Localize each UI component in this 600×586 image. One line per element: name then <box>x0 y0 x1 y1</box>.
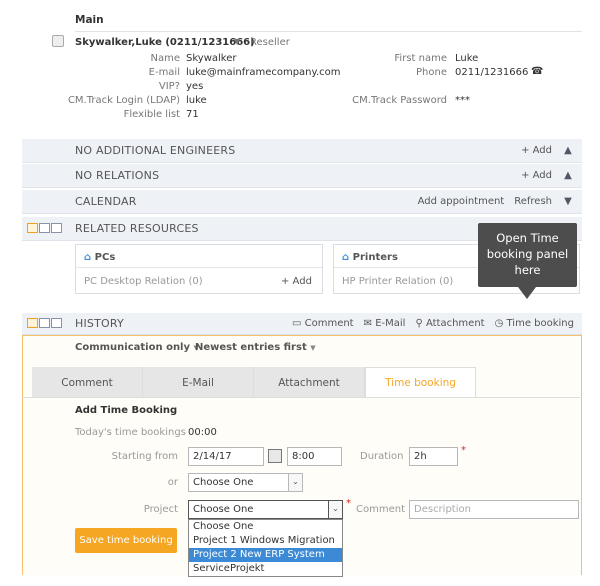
project-dropdown-list[interactable]: Choose One Project 1 Windows Migration P… <box>188 519 343 577</box>
chevron-down-icon[interactable]: ⌄ <box>328 501 342 518</box>
dropdown-option[interactable]: Choose One <box>189 520 342 534</box>
login-value: luke <box>186 95 207 106</box>
chevron-up-icon[interactable]: ▲ <box>562 170 574 181</box>
start-date-input[interactable]: 2/14/17 <box>188 447 264 466</box>
time-booking-action[interactable]: ◷ Time booking <box>495 318 574 329</box>
attachment-action[interactable]: ⚲ Attachment <box>415 318 484 329</box>
first-name-label: First name <box>394 53 447 64</box>
save-time-booking-button[interactable]: Save time booking <box>75 528 177 553</box>
start-time-input[interactable]: 8:00 <box>287 447 342 466</box>
email-label: E-mail <box>148 67 180 78</box>
calendar-section: CALENDAR Add appointment Refresh ▼ <box>22 190 582 214</box>
project-select[interactable]: Choose One ⌄ <box>188 500 343 519</box>
name-label: Name <box>150 53 180 64</box>
duration-input[interactable]: 2h <box>409 447 458 466</box>
form-title: Add Time Booking <box>75 405 178 416</box>
history-section: HISTORY ▭ Comment ✉ E-Mail ⚲ Attachment … <box>22 313 582 335</box>
flexible-list-label: Flexible list <box>123 109 180 120</box>
or-label: or <box>167 477 178 488</box>
engineers-title: NO ADDITIONAL ENGINEERS <box>75 144 236 157</box>
engineers-add-button[interactable]: + Add <box>521 145 552 156</box>
dropdown-option[interactable]: ServiceProjekt <box>189 562 342 576</box>
engineers-section: NO ADDITIONAL ENGINEERS + Add ▲ <box>22 139 582 163</box>
password-value: *** <box>455 95 470 106</box>
folder-icon[interactable] <box>27 318 38 328</box>
calendar-title: CALENDAR <box>75 195 137 208</box>
contact-role: Reseller <box>250 37 290 48</box>
list-icon[interactable] <box>51 223 62 233</box>
add-appointment-button[interactable]: Add appointment <box>418 196 505 207</box>
time-booking-tooltip: Open Time booking panel here <box>478 223 577 299</box>
password-label: CM.Track Password <box>352 95 447 106</box>
divider <box>22 397 582 398</box>
home-icon: ⌂ <box>342 252 350 263</box>
chevron-down-icon[interactable]: ▼ <box>234 37 240 46</box>
phone-value[interactable]: 0211/1231666 <box>455 67 528 78</box>
view-toggle-icons[interactable] <box>27 223 62 233</box>
duration-label: Duration <box>360 451 404 462</box>
or-select[interactable]: Choose One ⌄ <box>188 473 303 492</box>
home-icon: ⌂ <box>84 252 92 263</box>
comment-input[interactable]: Description <box>409 500 579 519</box>
panel-icon[interactable] <box>39 318 50 328</box>
email-action[interactable]: ✉ E-Mail <box>364 318 406 329</box>
comment-icon: ▭ <box>291 318 302 329</box>
email-icon: ✉ <box>363 318 372 329</box>
divider <box>75 31 582 32</box>
tab-comment[interactable]: Comment <box>32 367 143 398</box>
printers-title: ⌂ Printers <box>342 252 398 263</box>
relations-section: NO RELATIONS + Add ▲ <box>22 164 582 188</box>
relations-add-button[interactable]: + Add <box>521 170 552 181</box>
first-name-value: Luke <box>455 53 479 64</box>
list-icon[interactable] <box>51 318 62 328</box>
chevron-down-icon[interactable]: ⌄ <box>288 474 302 491</box>
name-value: Skywalker <box>186 53 237 64</box>
history-tabs: Comment E-Mail Attachment Time booking <box>32 367 577 398</box>
history-title: HISTORY <box>75 317 124 330</box>
starting-label: Starting from <box>111 451 178 462</box>
relations-title: NO RELATIONS <box>75 169 160 182</box>
order-filter[interactable]: Newest entries first ▼ <box>195 342 316 353</box>
vip-value: yes <box>186 81 204 92</box>
pcs-relation[interactable]: PC Desktop Relation (0) <box>84 276 203 287</box>
printers-relation[interactable]: HP Printer Relation (0) <box>342 276 453 287</box>
required-mark: * <box>346 498 351 509</box>
dropdown-option-selected[interactable]: Project 2 New ERP System <box>189 548 342 562</box>
phone-icon[interactable]: ☎ <box>531 66 543 77</box>
comment-label: Comment <box>356 504 405 515</box>
comment-action[interactable]: ▭ Comment <box>292 318 354 329</box>
pcs-title: ⌂ PCs <box>84 252 116 263</box>
main-heading: Main <box>75 14 104 26</box>
tab-time-booking[interactable]: Time booking <box>365 367 476 398</box>
clock-icon: ◷ <box>494 318 504 329</box>
attachment-icon: ⚲ <box>415 318 423 329</box>
chevron-up-icon[interactable]: ▲ <box>562 145 574 156</box>
resources-title: RELATED RESOURCES <box>75 222 199 235</box>
folder-icon[interactable] <box>27 223 38 233</box>
refresh-button[interactable]: Refresh <box>514 196 552 207</box>
flexible-list-value: 71 <box>186 109 199 120</box>
divider <box>76 267 322 268</box>
view-toggle-icons[interactable] <box>27 318 62 328</box>
login-label: CM.Track Login (LDAP) <box>67 95 180 106</box>
tab-attachment[interactable]: Attachment <box>254 367 365 398</box>
vip-label: VIP? <box>158 81 180 92</box>
tab-email[interactable]: E-Mail <box>143 367 254 398</box>
dropdown-option[interactable]: Project 1 Windows Migration <box>189 534 342 548</box>
pcs-box: ⌂ PCs PC Desktop Relation (0) + Add <box>75 244 323 294</box>
required-mark: * <box>461 445 466 456</box>
communication-filter[interactable]: Communication only ▼ <box>75 342 199 353</box>
contact-avatar-icon <box>52 35 64 47</box>
calendar-icon[interactable] <box>268 449 282 463</box>
todays-label: Today's time bookings <box>75 427 186 438</box>
pcs-add-button[interactable]: + Add <box>281 276 312 287</box>
contact-name[interactable]: Skywalker,Luke (0211/1231666) <box>75 37 255 48</box>
panel-icon[interactable] <box>39 223 50 233</box>
email-value[interactable]: luke@mainframecompany.com <box>186 67 341 78</box>
chevron-down-icon[interactable]: ▼ <box>562 196 574 207</box>
todays-value: 00:00 <box>188 427 217 438</box>
phone-label: Phone <box>416 67 447 78</box>
project-label: Project <box>143 504 178 515</box>
